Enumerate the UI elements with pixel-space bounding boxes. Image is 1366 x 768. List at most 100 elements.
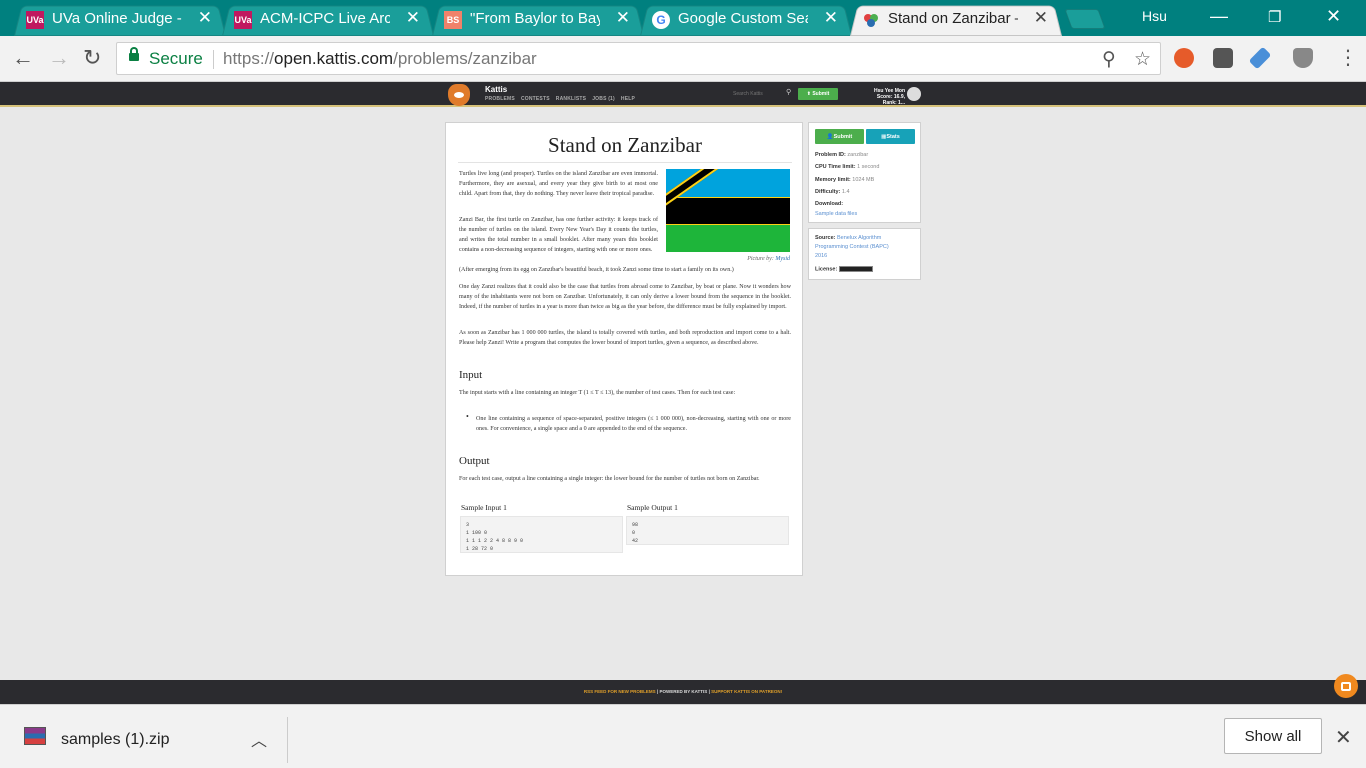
paragraph-3: One day Zanzi realizes that it could als… — [459, 284, 791, 310]
tab-title: "From Baylor to Bayl — [470, 10, 600, 27]
window-close-icon[interactable]: ✕ — [1326, 6, 1341, 27]
tab-acm-icpc[interactable]: UVa ACM-ICPC Live Arch ✕ — [222, 3, 434, 36]
nav-ranklists[interactable]: RANKLISTS — [556, 96, 586, 102]
difficulty-line: Difficulty: 1.4 — [815, 189, 850, 195]
chrome-menu-icon[interactable]: ⋮ — [1338, 45, 1358, 70]
kattis-logo[interactable] — [448, 84, 470, 106]
uva-favicon-icon: UVa — [234, 11, 252, 29]
tab-title: ACM-ICPC Live Arch — [260, 10, 390, 27]
tab-google-custom-search[interactable]: G Google Custom Sear ✕ — [640, 3, 852, 36]
kattis-brand[interactable]: Kattis — [485, 85, 507, 94]
user-info[interactable]: Hsu Yee Mon Score: 16.9, Rank: 1... — [865, 88, 905, 106]
source-line: Source: Benelux Algorithm — [815, 235, 882, 241]
page-title: Stand on Zanzibar — [548, 133, 702, 157]
problem-info-panel: 👤 Submit ▦ Stats Problem ID: zanzibar CPU … — [808, 122, 921, 223]
bullet-icon: • — [466, 412, 469, 421]
uva-favicon-icon: UVa — [26, 11, 44, 29]
forward-arrow-icon[interactable]: → — [48, 46, 70, 70]
google-favicon-icon: G — [652, 11, 670, 29]
chevron-up-icon[interactable]: ︿ — [251, 727, 267, 751]
zanzibar-flag-image — [666, 169, 790, 252]
tab-close-icon[interactable]: ✕ — [406, 8, 420, 28]
stats-button[interactable]: ▦ Stats — [866, 129, 915, 144]
output-heading: Output — [459, 455, 490, 467]
avatar[interactable] — [907, 87, 921, 101]
download-file-name[interactable]: samples (1).zip — [61, 731, 169, 749]
rss-link[interactable]: RSS FEED FOR NEW PROBLEMS — [584, 689, 656, 694]
browser-toolbar: ← → ↻ Secure https://open.kattis.com/pro… — [0, 36, 1366, 82]
cc-license-badge[interactable] — [838, 266, 873, 272]
bs-favicon-icon: BS — [444, 11, 462, 29]
download-label: Download: — [815, 201, 844, 207]
tab-uva-online-judge[interactable]: UVa UVa Online Judge - I ✕ — [14, 3, 226, 36]
new-tab-button[interactable] — [1064, 9, 1106, 29]
tab-strip: UVa UVa Online Judge - I ✕ UVa ACM-ICPC … — [0, 0, 1366, 36]
kattis-favicon-icon — [862, 11, 880, 29]
bookmark-star-icon[interactable]: ☆ — [1134, 48, 1151, 71]
problem-card: Stand on Zanzibar Picture by: Mysid Turt… — [445, 122, 803, 576]
sample-output-box[interactable]: 98 0 42 — [626, 516, 789, 545]
nav-jobs[interactable]: JOBS (1) — [592, 96, 615, 102]
tab-stand-on-zanzibar[interactable]: Stand on Zanzibar – ✕ — [850, 3, 1062, 36]
show-all-button[interactable]: Show all — [1224, 718, 1322, 754]
header-submit-button[interactable]: ⬆ Submit — [798, 88, 838, 100]
kattis-footer: RSS FEED FOR NEW PROBLEMS | POWERED BY K… — [0, 680, 1366, 704]
cpu-limit-line: CPU Time limit: 1 second — [815, 164, 880, 170]
sample-input-title: Sample Input 1 — [461, 503, 507, 512]
kattis-header: Kattis PROBLEMS CONTESTS RANKLISTS JOBS … — [0, 82, 1366, 107]
paragraph-4: As soon as Zanzibar has 1 000 000 turtle… — [459, 330, 791, 346]
paragraph-2: Zanzi Bar, the first turtle on Zanzibar,… — [459, 217, 658, 253]
sample-output-title: Sample Output 1 — [627, 503, 678, 512]
chat-icon — [1341, 681, 1351, 691]
lock-icon — [129, 47, 139, 61]
paragraph-2b: (After emerging from its egg on Zanzibar… — [459, 267, 734, 273]
search-icon[interactable]: ⚲ — [786, 88, 791, 96]
extension-icon[interactable] — [1174, 48, 1194, 68]
image-caption: Picture by: Mysid — [747, 256, 790, 262]
back-arrow-icon[interactable]: ← — [12, 46, 34, 70]
tab-close-icon[interactable]: ✕ — [824, 8, 838, 28]
close-download-bar-icon[interactable]: ✕ — [1335, 725, 1352, 750]
eraser-icon[interactable] — [1248, 46, 1272, 70]
user-icon: 👤 — [826, 133, 834, 140]
nav-problems[interactable]: PROBLEMS — [485, 96, 515, 102]
zip-file-icon[interactable] — [24, 727, 46, 745]
input-heading: Input — [459, 369, 483, 381]
minimize-icon[interactable]: — — [1210, 6, 1228, 27]
sample-data-link[interactable]: Sample data files — [815, 211, 857, 217]
address-bar[interactable]: Secure https://open.kattis.com/problems/… — [116, 42, 1161, 75]
submit-button[interactable]: 👤 Submit — [815, 129, 864, 144]
tab-baylor[interactable]: BS "From Baylor to Bayl ✕ — [432, 3, 644, 36]
memory-limit-line: Memory limit: 1024 MB — [815, 177, 875, 183]
tab-title: UVa Online Judge - I — [52, 10, 182, 27]
tab-title: Google Custom Sear — [678, 10, 808, 27]
caption-author-link[interactable]: Mysid — [775, 256, 790, 262]
profile-name[interactable]: Hsu — [1142, 8, 1167, 24]
chat-widget-button[interactable] — [1334, 674, 1358, 698]
user-score: Score: 16.9, Rank: 1... — [876, 94, 905, 106]
patreon-link[interactable]: SUPPORT KATTIS ON PATREON! — [711, 689, 782, 694]
pocket-icon[interactable] — [1213, 48, 1233, 68]
secure-label: Secure — [149, 49, 203, 68]
tab-title: Stand on Zanzibar – — [888, 10, 1018, 27]
source-panel: Source: Benelux Algorithm Programming Co… — [808, 228, 921, 280]
input-text: The input starts with a line containing … — [459, 390, 736, 396]
reload-icon[interactable]: ↻ — [83, 46, 101, 70]
kattis-nav: PROBLEMS CONTESTS RANKLISTS JOBS (1) HEL… — [485, 96, 635, 102]
sample-input-box[interactable]: 3 1 100 0 1 1 1 2 2 4 8 8 9 0 1 28 72 0 — [460, 516, 623, 553]
tab-close-icon[interactable]: ✕ — [1034, 8, 1048, 28]
output-text: For each test case, output a line contai… — [459, 476, 760, 482]
restore-icon[interactable]: ❐ — [1268, 8, 1281, 26]
source-link[interactable]: Benelux Algorithm — [837, 235, 881, 241]
nav-contests[interactable]: CONTESTS — [521, 96, 550, 102]
nav-help[interactable]: HELP — [621, 96, 635, 102]
paragraph-1: Turtles live long (and prosper). Turtles… — [459, 171, 658, 197]
license-line: License: — [815, 266, 873, 272]
tab-close-icon[interactable]: ✕ — [198, 8, 212, 28]
url-text[interactable]: https://open.kattis.com/problems/zanziba… — [223, 49, 537, 69]
kattis-search-input[interactable] — [733, 89, 783, 99]
zoom-icon[interactable]: ⚲ — [1102, 48, 1116, 71]
shield-icon[interactable] — [1293, 48, 1313, 68]
input-bullet-text: One line containing a sequence of space-… — [476, 416, 791, 432]
tab-close-icon[interactable]: ✕ — [616, 8, 630, 28]
